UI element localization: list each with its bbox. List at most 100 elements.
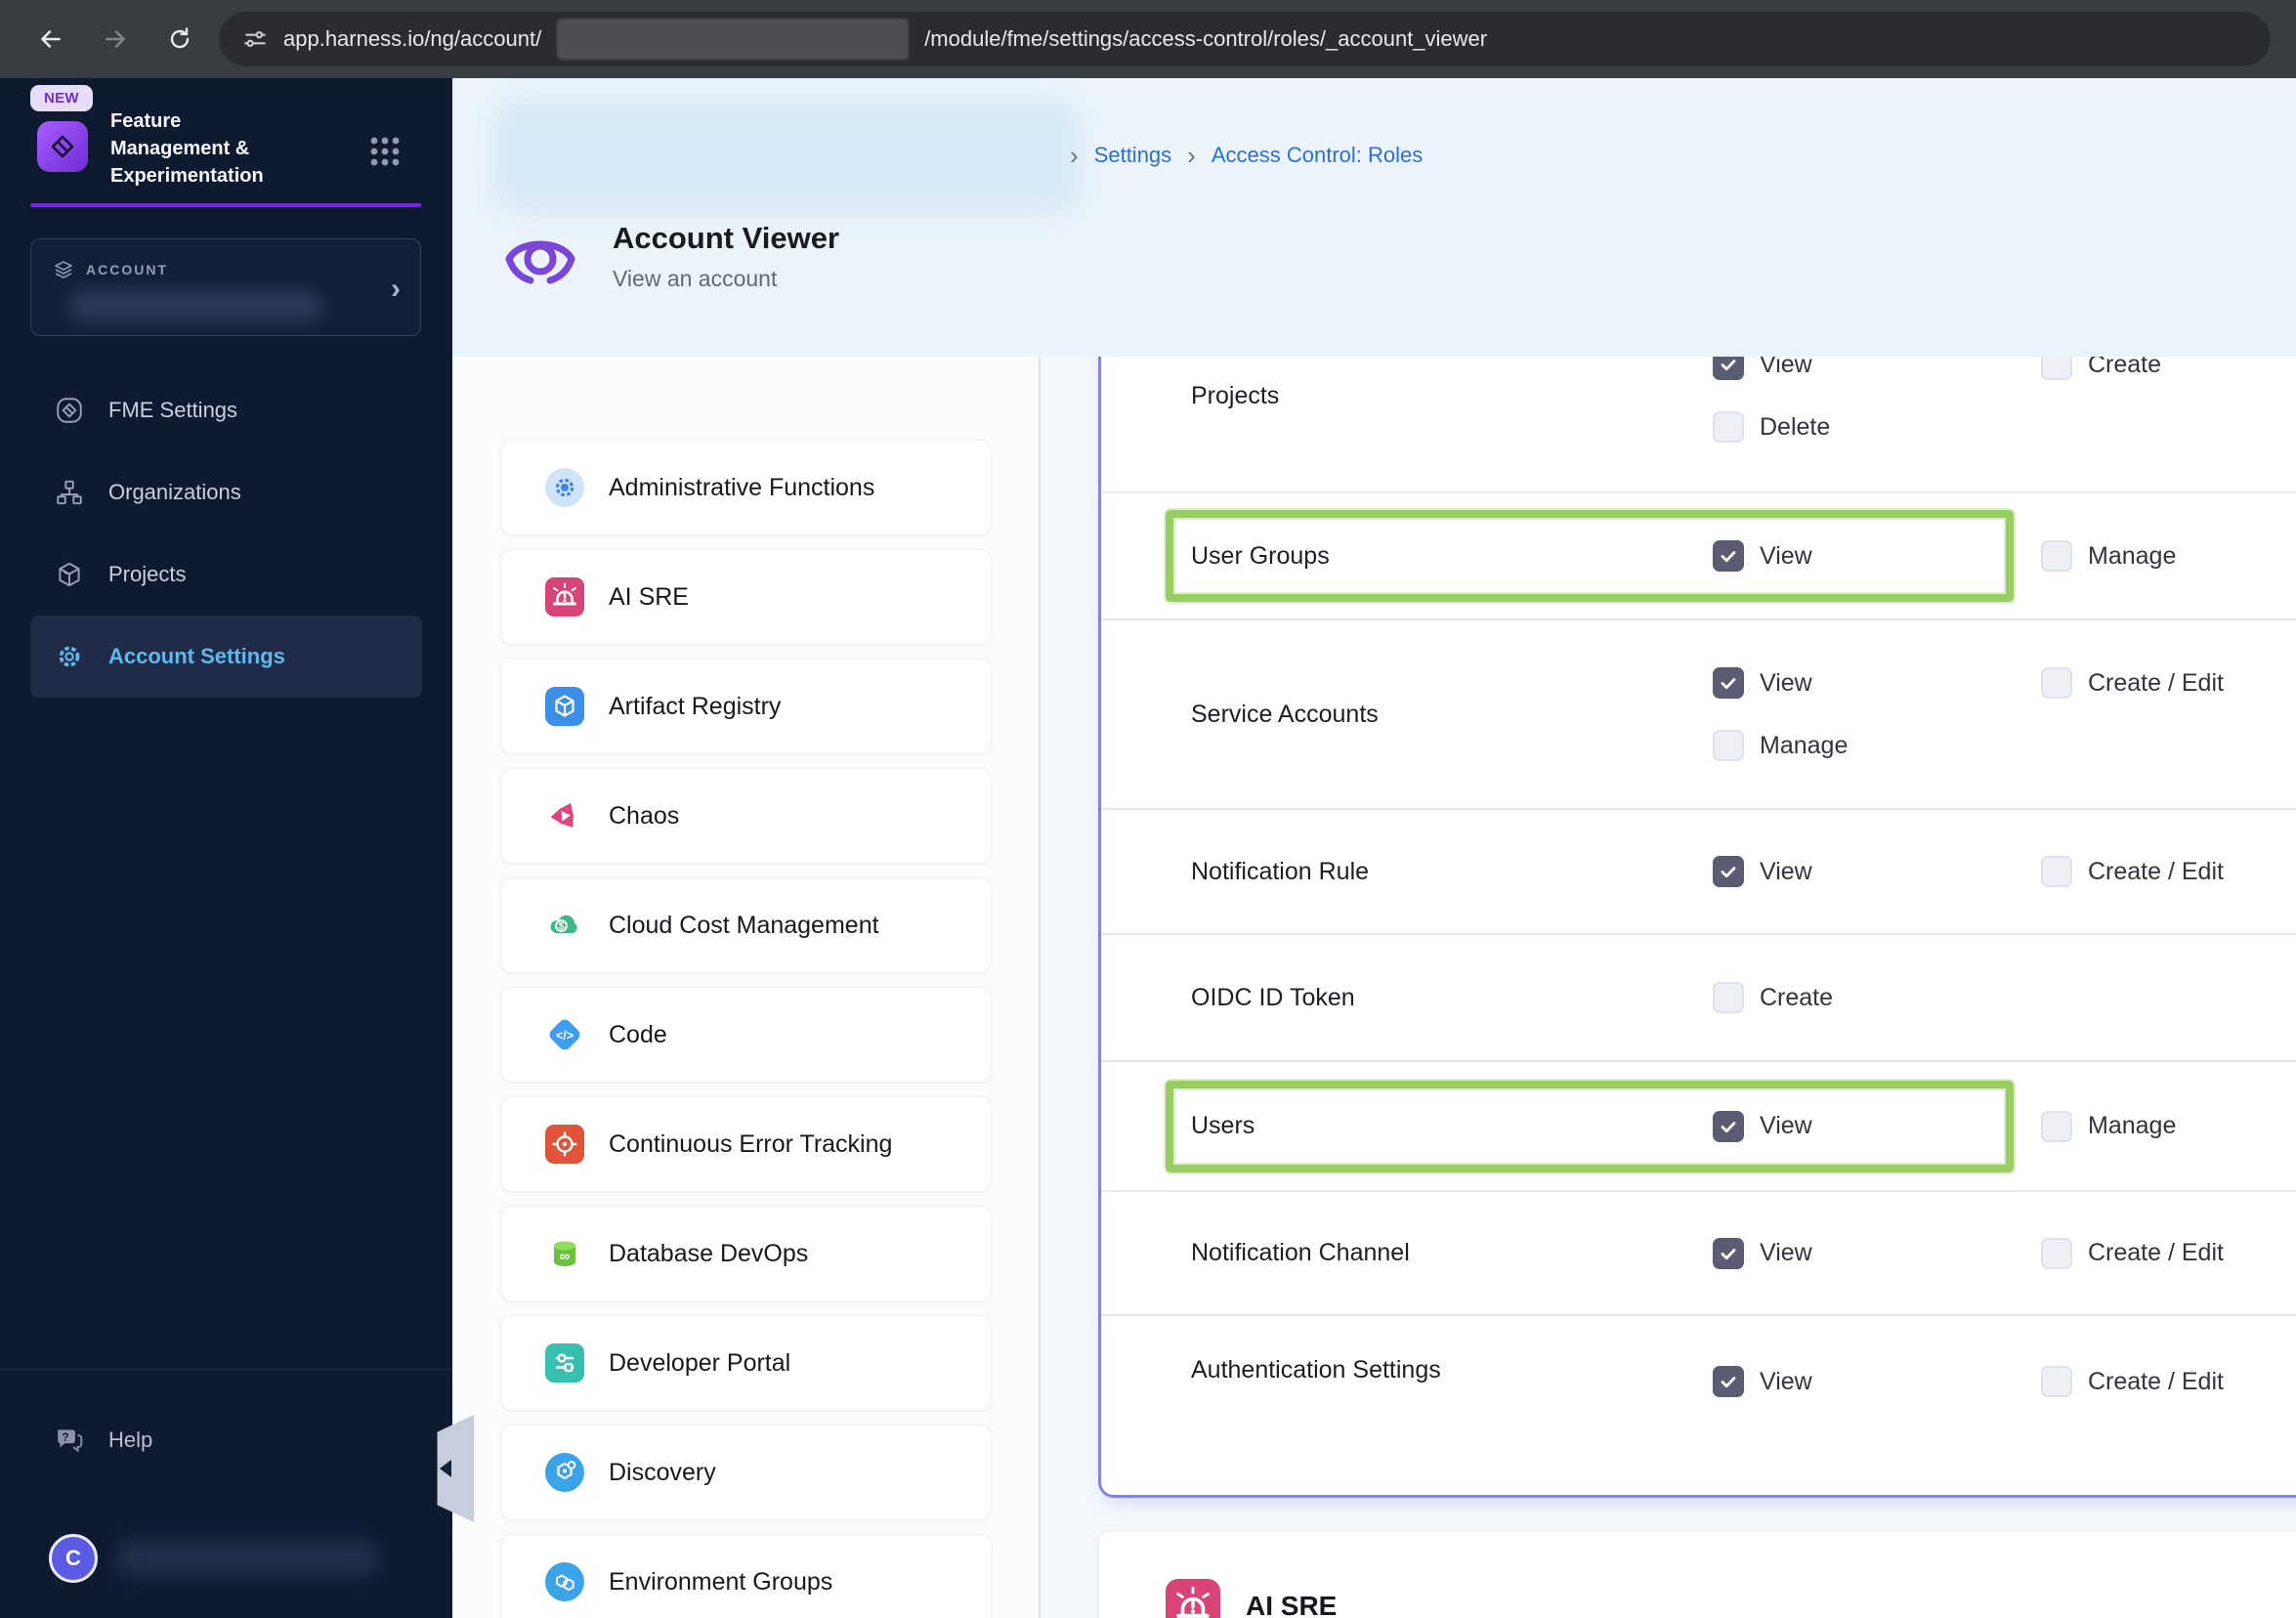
layers-icon bbox=[55, 261, 72, 278]
product-card-artifact-registry[interactable]: Artifact Registry bbox=[500, 659, 992, 754]
permission-row-service-accounts: Service Accounts View Manage Create / Edit bbox=[1101, 618, 2296, 808]
main-content: › Settings › Access Control: Roles Accou… bbox=[452, 78, 2296, 1618]
checkbox-manage[interactable] bbox=[2041, 1110, 2072, 1142]
sidebar-item-projects[interactable]: Projects bbox=[0, 533, 452, 616]
permission-label: Create / Edit bbox=[2088, 668, 2224, 697]
permission-label: View bbox=[1760, 857, 1812, 885]
product-label: Continuous Error Tracking bbox=[609, 1129, 893, 1158]
product-label: Cloud Cost Management bbox=[609, 911, 879, 939]
checkbox-view[interactable] bbox=[1713, 667, 1744, 699]
fme-logo-icon bbox=[37, 121, 88, 172]
breadcrumb: › Settings › Access Control: Roles bbox=[1070, 143, 1423, 168]
product-title: Feature Management & Experimentation bbox=[110, 110, 264, 187]
permissions-area: Projects View Delete Create User Groups View M… bbox=[1041, 357, 2296, 1618]
collapse-arrow-icon bbox=[440, 1460, 451, 1477]
sidebar-item-account-settings[interactable]: Account Settings bbox=[30, 616, 422, 698]
checkbox-create-edit[interactable] bbox=[2041, 1366, 2072, 1397]
svg-text:$: $ bbox=[559, 920, 565, 932]
app-grid-icon[interactable] bbox=[368, 135, 402, 173]
ai-sre-icon bbox=[545, 577, 584, 617]
permission-label: Manage bbox=[1760, 731, 1849, 759]
permission-item: Manage bbox=[2041, 1101, 2176, 1152]
permission-item: View bbox=[1713, 1356, 2041, 1407]
permission-label: View bbox=[1760, 1239, 1812, 1266]
permission-item: View bbox=[1713, 846, 2041, 897]
resource-label: Service Accounts bbox=[1191, 700, 1379, 728]
sidebar-item-help[interactable]: ? Help bbox=[0, 1399, 452, 1481]
account-scope-selector[interactable]: ACCOUNT › bbox=[30, 238, 421, 336]
breadcrumb-settings-link[interactable]: Settings bbox=[1094, 143, 1172, 168]
checkbox-create[interactable] bbox=[1713, 982, 1744, 1013]
checkbox-create-edit[interactable] bbox=[2041, 856, 2072, 887]
resource-label: Authentication Settings bbox=[1191, 1356, 1441, 1384]
redacted-breadcrumb-account bbox=[493, 100, 1080, 212]
ai-sre-section-card[interactable]: AI SRE bbox=[1098, 1531, 2296, 1618]
permission-item: Manage bbox=[1713, 720, 2041, 771]
checkbox-view[interactable] bbox=[1713, 1237, 1744, 1269]
svg-text:∞: ∞ bbox=[560, 1249, 571, 1265]
site-info-icon[interactable] bbox=[242, 26, 268, 52]
product-card-environment-groups[interactable]: Environment Groups bbox=[500, 1534, 992, 1618]
permission-label: Manage bbox=[2088, 541, 2177, 570]
product-card-chaos[interactable]: Chaos bbox=[500, 768, 992, 864]
product-card-database-devops[interactable]: ∞ Database DevOps bbox=[500, 1206, 992, 1301]
sidebar-item-label: Projects bbox=[108, 562, 187, 586]
product-label: Developer Portal bbox=[609, 1348, 791, 1377]
checkbox-view[interactable] bbox=[1713, 1366, 1744, 1397]
address-bar[interactable]: app.harness.io/ng/account/ /module/fme/s… bbox=[219, 12, 2271, 66]
chevron-right-icon: › bbox=[1070, 141, 1079, 170]
user-avatar[interactable]: C bbox=[49, 1534, 98, 1583]
sidebar-item-organizations[interactable]: Organizations bbox=[0, 451, 452, 533]
permission-row-authentication-settings: Authentication Settings View Create / Edit bbox=[1101, 1314, 2296, 1495]
role-permissions-content: Administrative Functions AI SRE Artifact R… bbox=[452, 357, 2296, 1618]
checkbox-manage[interactable] bbox=[2041, 540, 2072, 572]
page-header: › Settings › Access Control: Roles Accou… bbox=[452, 78, 2296, 357]
permission-row-notification-rule: Notification Rule View Create / Edit bbox=[1101, 808, 2296, 933]
cloud-cost-icon: $ bbox=[545, 906, 584, 945]
checkbox-view[interactable] bbox=[1713, 540, 1744, 572]
product-card-discovery[interactable]: Discovery bbox=[500, 1425, 992, 1520]
permission-item: View bbox=[1713, 658, 2041, 708]
environment-groups-icon bbox=[545, 1562, 584, 1601]
error-tracking-icon bbox=[545, 1125, 584, 1164]
gear-icon bbox=[54, 641, 85, 672]
permission-label: Delete bbox=[1760, 412, 1831, 441]
reload-icon bbox=[170, 27, 190, 49]
product-card-continuous-error-tracking[interactable]: Continuous Error Tracking bbox=[500, 1096, 992, 1192]
help-chat-icon: ? bbox=[58, 1429, 83, 1453]
permission-row-oidc-id-token: OIDC ID Token Create bbox=[1101, 933, 2296, 1060]
sidebar-item-label: FME Settings bbox=[108, 398, 238, 422]
chevron-right-icon: › bbox=[391, 273, 401, 305]
breadcrumb-roles-link[interactable]: Access Control: Roles bbox=[1212, 143, 1423, 168]
reload-button[interactable] bbox=[154, 14, 205, 64]
product-card-administrative-functions[interactable]: Administrative Functions bbox=[500, 440, 992, 535]
back-button[interactable] bbox=[25, 14, 76, 64]
product-card-cloud-cost-management[interactable]: $ Cloud Cost Management bbox=[500, 877, 992, 973]
permission-item: Create / Edit bbox=[2041, 846, 2224, 897]
redacted-account-name bbox=[68, 290, 322, 321]
permission-item: Create bbox=[2041, 357, 2161, 390]
checkbox-view[interactable] bbox=[1713, 1110, 1744, 1142]
checkbox-create-edit[interactable] bbox=[2041, 667, 2072, 699]
product-card-developer-portal[interactable]: Developer Portal bbox=[500, 1315, 992, 1411]
ai-sre-icon bbox=[1166, 1579, 1220, 1618]
sidebar-item-fme-settings[interactable]: FME Settings bbox=[0, 369, 452, 451]
checkbox-view[interactable] bbox=[1713, 856, 1744, 887]
checkbox-create[interactable] bbox=[2041, 357, 2072, 380]
checkbox-delete[interactable] bbox=[1713, 411, 1744, 443]
product-card-code[interactable]: </> Code bbox=[500, 987, 992, 1083]
page-subtitle: View an account bbox=[613, 266, 778, 291]
ai-sre-section-title: AI SRE bbox=[1246, 1591, 1338, 1618]
administrative-functions-permissions-card: Projects View Delete Create User Groups View M… bbox=[1098, 357, 2296, 1498]
checkbox-create-edit[interactable] bbox=[2041, 1237, 2072, 1269]
permission-item: View bbox=[1713, 1228, 2041, 1279]
checkbox-manage[interactable] bbox=[1713, 730, 1744, 761]
product-label: AI SRE bbox=[609, 582, 689, 611]
brand-accent-rule bbox=[30, 203, 421, 207]
checkbox-view[interactable] bbox=[1713, 357, 1744, 380]
forward-arrow-icon bbox=[106, 30, 125, 48]
forward-button[interactable] bbox=[90, 14, 141, 64]
product-card-ai-sre[interactable]: AI SRE bbox=[500, 549, 992, 645]
permission-label: Create / Edit bbox=[2088, 857, 2224, 885]
permission-label: Create / Edit bbox=[2088, 1367, 2224, 1395]
